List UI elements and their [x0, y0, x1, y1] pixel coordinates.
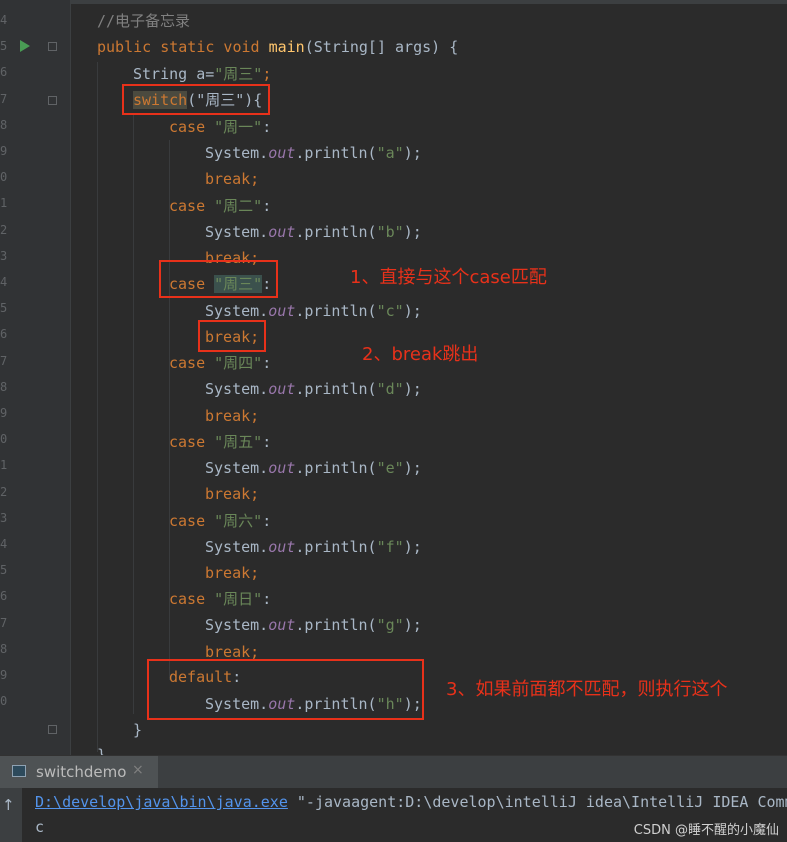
- line-number: 0: [0, 432, 8, 447]
- annotation-case-match: 1、直接与这个case匹配: [350, 267, 547, 288]
- run-config-icon: [12, 765, 26, 777]
- code-line-println: System.out.println("b");: [205, 222, 422, 241]
- line-number: 4: [0, 13, 8, 27]
- line-number: 9: [0, 668, 8, 682]
- code-line-close-main: }: [97, 746, 107, 755]
- indent-guide: [97, 62, 98, 752]
- annotation-default: 3、如果前面都不匹配，则执行这个: [446, 679, 728, 700]
- line-number: 8: [0, 117, 8, 132]
- code-line-case: case "周六":: [169, 511, 272, 530]
- console-output: c: [35, 818, 45, 836]
- gutter-separator: [70, 0, 71, 755]
- code-line-break: break;: [205, 406, 260, 425]
- code-line-case: case "周四":: [169, 354, 272, 373]
- line-number: 6: [0, 65, 8, 80]
- line-number: 1: [0, 196, 8, 211]
- line-number: 9: [0, 406, 8, 420]
- line-number: 7: [0, 91, 8, 106]
- line-number: 3: [0, 248, 8, 263]
- line-number: 8: [0, 379, 8, 394]
- line-number: 5: [0, 39, 8, 54]
- watermark: CSDN @睡不醒的小魔仙: [633, 823, 779, 838]
- fold-icon[interactable]: [48, 96, 57, 105]
- line-number: 0: [0, 694, 8, 709]
- scroll-up-icon[interactable]: ↑: [2, 796, 15, 814]
- code-line-println: System.out.println("e");: [205, 459, 422, 477]
- line-number: 3: [0, 510, 8, 525]
- code-line-break: break;: [205, 485, 260, 504]
- code-line-close-switch: }: [133, 721, 143, 739]
- line-number: 2: [0, 222, 8, 237]
- code-line-comment: //电子备忘录: [97, 12, 191, 30]
- code-line-case: case "周二":: [169, 196, 272, 215]
- code-line-break: break;: [205, 563, 260, 582]
- console-command-line: D:\develop\java\bin\java.exe "-javaagent…: [35, 793, 787, 811]
- run-main-icon[interactable]: [20, 40, 30, 52]
- code-line-main: public static void main(String[] args) {: [97, 38, 459, 56]
- code-line-println: System.out.println("d");: [205, 380, 422, 399]
- code-line-println: System.out.println("f");: [205, 537, 422, 556]
- fold-icon[interactable]: [48, 725, 57, 734]
- code-line-println: System.out.println("a");: [205, 144, 422, 163]
- line-number: 2: [0, 484, 8, 499]
- line-number: 6: [0, 589, 8, 604]
- line-number: 0: [0, 170, 8, 185]
- editor-tab-strip: [0, 0, 787, 4]
- java-exe-link[interactable]: D:\develop\java\bin\java.exe: [35, 793, 288, 811]
- tab-label: switchdemo: [36, 763, 127, 781]
- line-number: 4: [0, 537, 8, 551]
- code-editor[interactable]: 4 5 6 7 8 9 0 1 2 3 4 5 6 7 8 9 0 1 2 3 4 5 6 7 8 9 0 //电子备忘录 publ…: [0, 0, 787, 755]
- fold-icon[interactable]: [48, 42, 57, 51]
- line-number: 8: [0, 641, 8, 656]
- tab-switchdemo[interactable]: switchdemo ×: [0, 756, 158, 789]
- line-number: 6: [0, 327, 8, 342]
- line-number: 5: [0, 301, 8, 316]
- line-number: 9: [0, 144, 8, 158]
- switch-highlight-box: [122, 84, 270, 115]
- console-toolbar: ↑: [0, 788, 22, 842]
- code-line-println: System.out.println("g");: [205, 616, 422, 635]
- default-highlight-box: [147, 659, 424, 720]
- code-line-break: break;: [205, 170, 260, 189]
- code-line-case: case "周日":: [169, 590, 272, 609]
- line-number: 1: [0, 458, 8, 473]
- indent-guide: [133, 114, 134, 714]
- annotation-break: 2、break跳出: [362, 344, 479, 365]
- break-highlight-box: [198, 320, 266, 352]
- line-number: 7: [0, 615, 8, 630]
- line-number: 7: [0, 353, 8, 368]
- line-number: 5: [0, 563, 8, 578]
- line-number: 4: [0, 275, 8, 289]
- run-tool-window-tabbar: switchdemo ×: [0, 755, 787, 789]
- case-match-highlight-box: [159, 260, 278, 298]
- code-line-case: case "周一":: [169, 118, 272, 136]
- close-icon[interactable]: ×: [132, 762, 144, 778]
- code-line-case: case "周五":: [169, 432, 272, 451]
